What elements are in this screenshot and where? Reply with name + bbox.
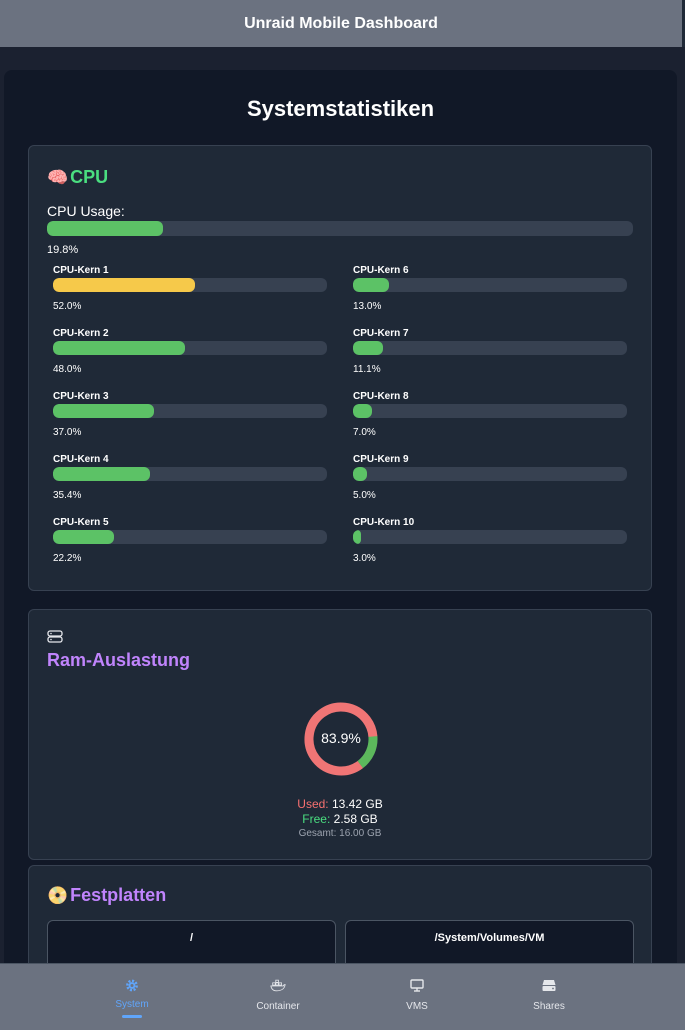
core-bar-fill xyxy=(53,404,155,418)
cpu-card: 🧠 CPU CPU Usage: 19.8% CPU-Kern 1 52.0% … xyxy=(28,145,652,591)
main-content[interactable]: Systemstatistiken 🧠 CPU CPU Usage: 19.8%… xyxy=(4,70,677,970)
disks-title: 📀 Festplatten xyxy=(47,885,166,906)
app-title: Unraid Mobile Dashboard xyxy=(244,14,438,32)
cpu-usage-value: 19.8% xyxy=(47,244,79,256)
disks-title-text: Festplatten xyxy=(70,885,167,905)
ram-percent: 83.9% xyxy=(321,730,361,746)
core-bar xyxy=(53,404,327,418)
ram-used-label: Used: xyxy=(297,797,329,811)
cpu-usage-label: CPU Usage: xyxy=(47,203,125,219)
core-value: 3.0% xyxy=(353,553,376,564)
cpu-core-9: CPU-Kern 9 5.0% xyxy=(353,454,627,509)
nav-item-system[interactable]: System xyxy=(62,964,202,1030)
core-label: CPU-Kern 10 xyxy=(353,517,415,528)
core-value: 52.0% xyxy=(53,301,82,312)
docker-icon xyxy=(270,979,286,992)
nav-label: Shares xyxy=(533,1001,565,1012)
core-label: CPU-Kern 7 xyxy=(353,328,409,339)
nav-label: Container xyxy=(256,1001,300,1012)
core-value: 35.4% xyxy=(53,490,82,501)
ram-card: Ram-Auslastung 83.9% Used: 13.42 GB Free… xyxy=(28,609,652,860)
core-bar-fill xyxy=(353,530,362,544)
core-label: CPU-Kern 3 xyxy=(53,391,109,402)
cpu-core-7: CPU-Kern 7 11.1% xyxy=(353,328,627,383)
ram-used-row: Used: 13.42 GB xyxy=(29,797,651,811)
top-bar: Unraid Mobile Dashboard xyxy=(0,0,685,47)
server-icon xyxy=(47,630,63,643)
core-bar xyxy=(53,341,327,355)
core-value: 22.2% xyxy=(53,553,82,564)
bottom-nav: System Container VMS Shares xyxy=(0,963,685,1030)
disc-icon: 📀 xyxy=(47,885,69,905)
core-value: 37.0% xyxy=(53,427,82,438)
cpu-core-2: CPU-Kern 2 48.0% xyxy=(53,328,327,383)
core-value: 13.0% xyxy=(353,301,382,312)
cpu-core-1: CPU-Kern 1 52.0% xyxy=(53,265,327,320)
cpu-usage-bar xyxy=(47,221,633,236)
server-icon xyxy=(542,980,556,991)
disk-name: /System/Volumes/VM xyxy=(434,932,545,944)
cpu-core-10: CPU-Kern 10 3.0% xyxy=(353,517,627,572)
ram-title: Ram-Auslastung xyxy=(47,650,191,670)
core-bar xyxy=(53,278,327,292)
brain-icon: 🧠 xyxy=(47,167,69,187)
cpu-title-text: CPU xyxy=(70,167,109,187)
core-label: CPU-Kern 2 xyxy=(53,328,109,339)
core-label: CPU-Kern 1 xyxy=(53,265,109,276)
core-label: CPU-Kern 9 xyxy=(353,454,409,465)
nav-item-shares[interactable]: Shares xyxy=(479,964,619,1030)
core-bar-fill xyxy=(353,278,389,292)
monitor-icon xyxy=(410,979,424,992)
core-label: CPU-Kern 4 xyxy=(53,454,109,465)
cpu-core-5: CPU-Kern 5 22.2% xyxy=(53,517,327,572)
core-bar-fill xyxy=(53,530,114,544)
core-bar xyxy=(353,341,627,355)
core-value: 11.1% xyxy=(353,364,381,375)
core-label: CPU-Kern 5 xyxy=(53,517,109,528)
core-bar xyxy=(353,404,627,418)
nav-item-vms[interactable]: VMS xyxy=(347,964,487,1030)
core-bar xyxy=(353,530,627,544)
core-bar-fill xyxy=(53,278,196,292)
core-bar-fill xyxy=(53,467,150,481)
core-value: 5.0% xyxy=(353,490,376,501)
disk-name: / xyxy=(189,932,194,944)
cpu-core-4: CPU-Kern 4 35.4% xyxy=(53,454,327,509)
disks-card: 📀 Festplatten / /System/Volumes/VM xyxy=(28,865,652,970)
core-label: CPU-Kern 8 xyxy=(353,391,409,402)
cpu-usage-fill xyxy=(47,221,164,236)
core-bar xyxy=(353,467,627,481)
core-bar-fill xyxy=(353,467,367,481)
gear-icon xyxy=(126,979,138,992)
nav-item-container[interactable]: Container xyxy=(208,964,348,1030)
core-label: CPU-Kern 6 xyxy=(353,265,409,276)
ram-free-label: Free: xyxy=(302,812,331,826)
ram-total-label: Gesamt: xyxy=(298,828,337,839)
core-bar xyxy=(353,278,627,292)
cpu-core-8: CPU-Kern 8 7.0% xyxy=(353,391,627,446)
page-title: Systemstatistiken xyxy=(246,96,435,121)
cpu-title: 🧠 CPU xyxy=(47,167,108,188)
ram-total-row: Gesamt: 16.00 GB xyxy=(29,828,651,839)
ram-free-row: Free: 2.58 GB xyxy=(29,812,651,826)
core-bar-fill xyxy=(353,341,384,355)
nav-label: VMS xyxy=(406,1001,428,1012)
ram-used-value: 13.42 GB xyxy=(332,797,383,811)
nav-label: System xyxy=(115,999,149,1010)
active-indicator xyxy=(122,1015,142,1018)
core-bar-fill xyxy=(353,404,373,418)
cpu-core-3: CPU-Kern 3 37.0% xyxy=(53,391,327,446)
ram-total-value: 16.00 GB xyxy=(339,828,382,839)
core-bar-fill xyxy=(53,341,185,355)
ram-free-value: 2.58 GB xyxy=(333,812,378,826)
core-bar xyxy=(53,530,327,544)
core-bar xyxy=(53,467,327,481)
cpu-core-6: CPU-Kern 6 13.0% xyxy=(353,265,627,320)
core-value: 7.0% xyxy=(353,427,376,438)
core-value: 48.0% xyxy=(53,364,82,375)
